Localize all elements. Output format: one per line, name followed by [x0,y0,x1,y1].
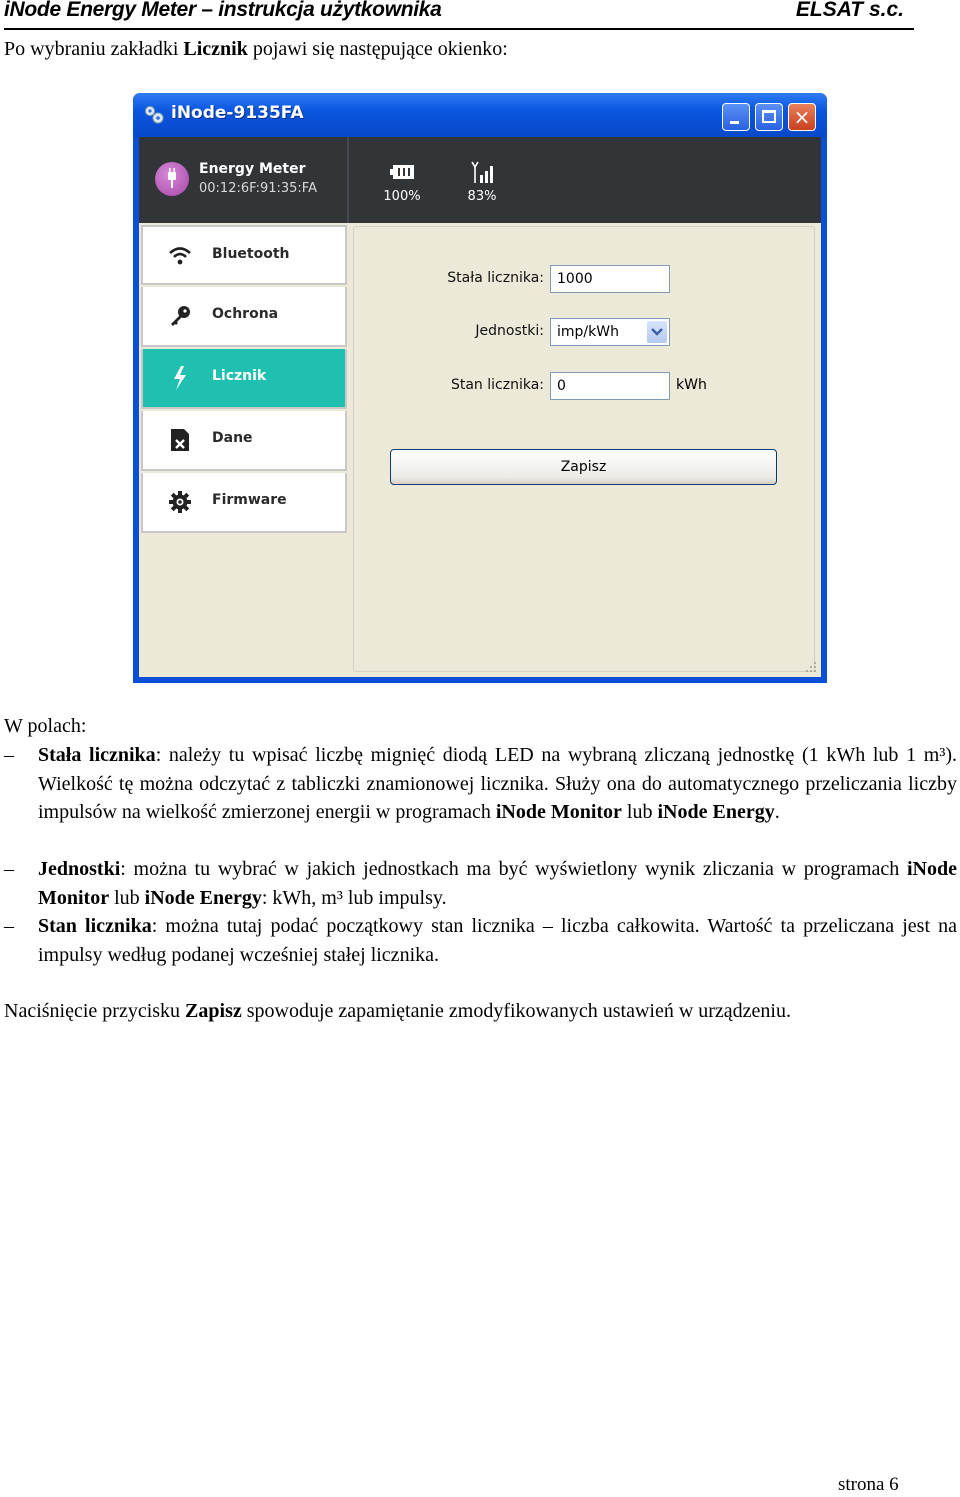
maximize-button[interactable] [755,103,783,131]
wifi-icon [169,245,191,267]
chevron-down-icon[interactable] [647,321,667,343]
meter-constant-label: Stała licznika: [447,270,544,286]
key-icon [169,305,191,327]
fields-lead: W polach: [4,715,87,737]
signal-value: 83% [467,189,497,204]
lightning-icon [169,366,191,390]
document-title: iNode Energy Meter – instrukcja użytkown… [4,0,442,21]
list-item: – Stała licznika: należy tu wpisać liczb… [4,744,957,823]
minimize-icon [730,121,739,124]
meter-state-label: Stan licznika: [450,377,544,393]
sidebar-item-licznik[interactable]: Licznik [141,349,347,409]
meter-settings-panel: Stała licznika: 1000 Jednostki: imp/kWh … [353,226,815,672]
sidebar: Bluetooth Ochrona Licznik Dane Firmware [141,225,347,535]
gears-icon [145,106,164,124]
sidebar-item-ochrona[interactable]: Ochrona [141,287,347,347]
device-info-bar: Energy Meter 00:12:6F:91:35:FA 100% 83% [139,137,821,223]
sidebar-item-label: Ochrona [212,306,279,322]
plug-icon [155,162,189,196]
save-button[interactable]: Zapisz [390,449,777,485]
units-selected-value: imp/kWh [557,324,619,340]
page-number: strona 6 [838,1474,899,1495]
title-bar[interactable]: iNode-9135FA × [133,93,827,137]
window-title: iNode-9135FA [171,103,304,123]
units-select[interactable]: imp/kWh [550,318,670,346]
battery-status: 100% [372,161,432,204]
sidebar-item-label: Firmware [212,492,287,508]
units-label: Jednostki: [475,323,544,339]
signal-status: 83% [452,161,512,204]
minimize-button[interactable] [722,103,750,131]
device-mac: 00:12:6F:91:35:FA [199,181,317,196]
list-item: – Stan licznika: można tutaj podać począ… [4,915,958,966]
sidebar-item-bluetooth[interactable]: Bluetooth [141,225,347,285]
divider [347,137,349,223]
sd-card-error-icon [169,429,191,451]
resize-grip-icon[interactable] [805,661,817,673]
intro-paragraph: Po wybraniu zakładki Licznik pojawi się … [4,38,508,60]
app-window: iNode-9135FA × Energy Meter 00:12:6F:91:… [133,93,827,683]
meter-state-input[interactable]: 0 [550,372,670,400]
battery-icon [390,165,414,179]
battery-value: 100% [383,189,421,204]
sidebar-item-label: Dane [212,430,253,446]
close-button[interactable]: × [788,103,816,131]
page-header: iNode Energy Meter – instrukcja użytkown… [4,0,914,30]
device-name: Energy Meter [199,161,306,177]
closing-paragraph: Naciśnięcie przycisku Zapisz spowoduje z… [4,1000,791,1022]
sidebar-item-dane[interactable]: Dane [141,411,347,471]
meter-constant-input[interactable]: 1000 [550,265,670,293]
gear-icon [169,491,191,513]
signal-icon [471,161,493,183]
list-item: – Jednostki: można tu wybrać w jakich je… [4,858,957,909]
sidebar-item-label: Bluetooth [212,246,290,262]
window-client: Energy Meter 00:12:6F:91:35:FA 100% 83% … [139,137,821,677]
sidebar-item-label: Licznik [212,368,267,384]
sidebar-item-firmware[interactable]: Firmware [141,473,347,533]
meter-state-unit: kWh [676,377,707,393]
company-name: ELSAT s.c. [795,0,904,21]
close-icon: × [793,105,811,129]
maximize-icon [762,110,776,123]
